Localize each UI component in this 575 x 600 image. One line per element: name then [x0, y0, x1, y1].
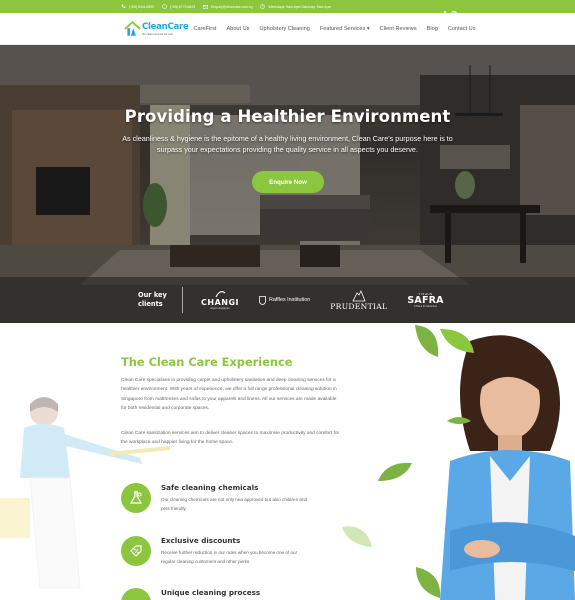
feature-title: Safe cleaning chemicals — [161, 483, 259, 492]
hero-banner: Providing a Healthier Environment As cle… — [0, 45, 575, 323]
clients-divider — [182, 287, 183, 313]
instagram-icon[interactable] — [451, 4, 457, 17]
leaf-decoration-small — [447, 417, 471, 424]
experience-paragraph-2: Clean Care sanitization services aim to … — [121, 431, 340, 446]
feature-desc: Receive further reduction in our rates w… — [161, 550, 298, 565]
logo-tagline: We clean because we care — [142, 32, 174, 36]
key-clients-strip: Our key clients CHANGI airport singapore… — [0, 277, 575, 323]
hero-title: Providing a Healthier Environment — [124, 107, 451, 126]
opening-hours: Weekdays: 9am-6pm Saturday: 9am-1pm — [260, 4, 331, 9]
whatsapp-icon — [162, 4, 167, 9]
process-icon — [121, 588, 151, 600]
safra-sub: A Place for Adventure — [414, 305, 438, 308]
site-logo[interactable]: CleanCare We clean because we care — [124, 16, 189, 42]
email-address: Enquiry@cleancare.com.sg — [210, 4, 253, 9]
raffles-name: Raffles Institution — [269, 297, 311, 303]
nav-item-about-us[interactable]: About Us — [221, 26, 254, 32]
social-links — [442, 4, 457, 17]
hours-text: Weekdays: 9am-6pm Saturday: 9am-1pm — [268, 4, 332, 9]
nav-item-upholstery-cleaning[interactable]: Upholstery Cleaning — [255, 26, 315, 32]
flask-icon — [121, 483, 151, 513]
client-logo-changi: CHANGI airport singapore — [201, 290, 239, 310]
phone-icon — [121, 4, 126, 9]
logo-name: CleanCare — [142, 21, 189, 32]
feature-title: Unique cleaning process — [161, 588, 261, 597]
hero-subtitle: As cleanliness & hygiene is the epitome … — [122, 134, 453, 154]
email-contact[interactable]: Enquiry@cleancare.com.sg — [202, 4, 253, 9]
key-clients-label: Our key clients — [138, 291, 167, 308]
feature-safe-chemicals: Safe cleaning chemicals Our cleaning che… — [121, 483, 311, 514]
top-contact-bar: (+65) 6344 8899 (+65) 8773 6653 Enquiry@… — [0, 0, 575, 17]
raffles-crest-icon — [259, 295, 266, 305]
client-logo-safra: YISHUN SAFRA A Place for Adventure — [407, 292, 443, 308]
feature-desc: Our cleaning chemicals are not only nea … — [161, 497, 308, 512]
leaf-decoration-mid — [378, 462, 412, 481]
discount-tag-icon — [121, 536, 151, 566]
changi-name: CHANGI — [201, 298, 239, 307]
leaf-decoration-top — [415, 325, 474, 357]
whatsapp-contact[interactable]: (+65) 8773 6653 — [162, 4, 195, 9]
house-logo-icon — [124, 20, 141, 36]
phone-contact[interactable]: (+65) 6344 8899 — [121, 4, 154, 9]
safra-name: SAFRA — [407, 295, 444, 306]
nav-item-contact-us[interactable]: Contact Us — [443, 26, 481, 32]
prudential-name: PRUDENTIAL — [330, 301, 388, 311]
prudential-rock-icon — [352, 289, 366, 301]
feature-exclusive-discounts: Exclusive discounts Receive further redu… — [121, 536, 311, 567]
businesswoman-photo — [440, 335, 575, 600]
feature-title: Exclusive discounts — [161, 536, 241, 545]
enquire-now-button[interactable]: Enquire Now — [252, 171, 324, 193]
changi-sub: airport singapore — [210, 307, 230, 310]
experience-section: The Clean Care Experience Clean Care spe… — [0, 323, 575, 600]
client-logo-raffles: Raffles Institution — [259, 295, 311, 305]
nav-menu: CareFirst About Us Upholstery Cleaning F… — [188, 26, 480, 32]
whatsapp-number: (+65) 8773 6653 — [169, 4, 195, 9]
nav-item-featured-services[interactable]: Featured Services ▾ — [315, 26, 375, 32]
main-navbar: CleanCare We clean because we care CareF… — [0, 13, 575, 45]
leaf-decoration-bottom — [416, 567, 441, 598]
experience-title: The Clean Care Experience — [121, 355, 293, 369]
leaf-decoration-faded — [342, 526, 372, 547]
experience-paragraph-1: Clean Care specialises in providing carp… — [121, 378, 337, 412]
changi-swirl-icon — [215, 291, 226, 298]
facebook-icon[interactable] — [442, 4, 447, 17]
client-logo-prudential: PRUDENTIAL — [330, 289, 388, 311]
email-icon — [202, 4, 208, 9]
clock-icon — [260, 4, 266, 9]
nav-item-carefirst[interactable]: CareFirst — [188, 26, 221, 32]
feature-unique-process: Unique cleaning process — [121, 588, 311, 600]
phone-number: (+65) 6344 8899 — [129, 4, 154, 9]
nav-item-blog[interactable]: Blog — [422, 26, 443, 32]
nav-item-client-reviews[interactable]: Client Reviews — [375, 26, 422, 32]
